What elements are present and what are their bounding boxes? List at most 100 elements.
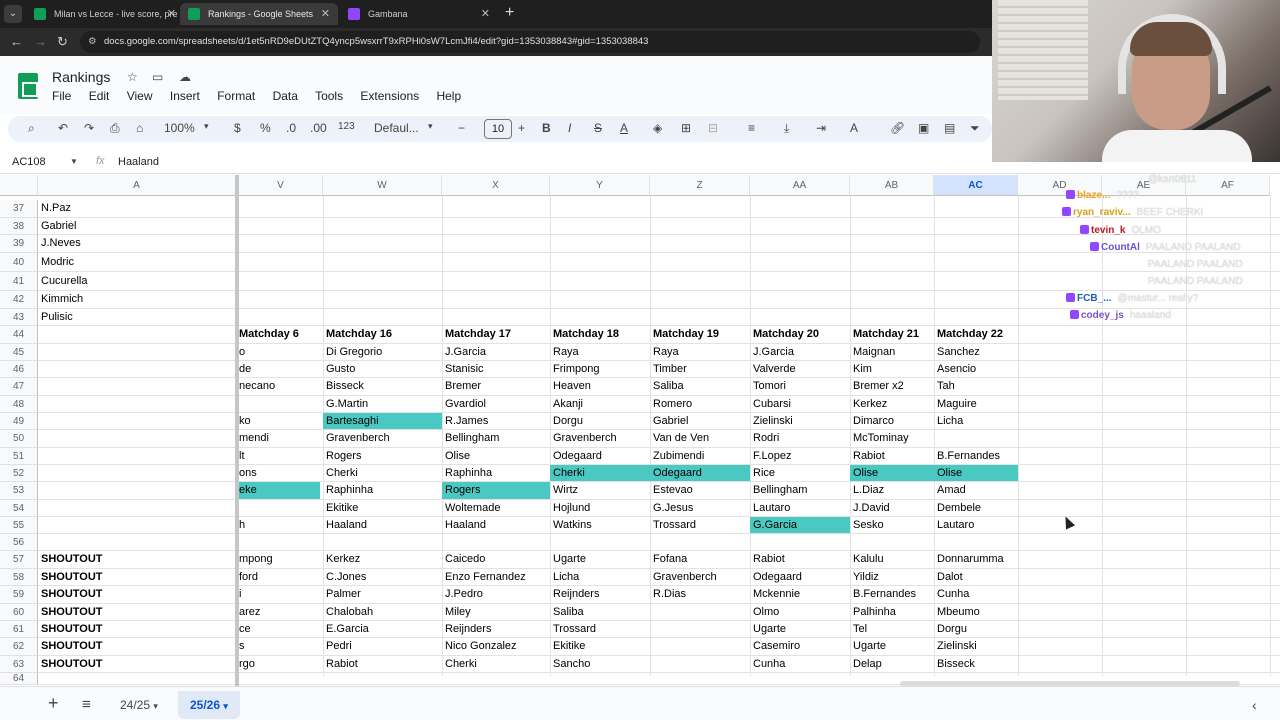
row-header[interactable]: 43 <box>0 309 38 326</box>
site-settings-icon[interactable]: ⚙ <box>88 31 97 53</box>
cell-w44[interactable]: Matchday 16 <box>323 326 442 343</box>
cell-y53[interactable]: Wirtz <box>550 482 650 499</box>
italic-button[interactable]: I <box>568 121 571 135</box>
close-tab-icon[interactable]: ✕ <box>321 3 330 25</box>
cell-ac53[interactable]: Amad <box>934 482 1018 499</box>
chevron-down-icon[interactable]: ▾ <box>223 701 228 711</box>
cell-ab53[interactable]: L.Diaz <box>850 482 934 499</box>
text-color-button[interactable]: A <box>620 121 628 135</box>
cell-aa46[interactable]: Valverde <box>750 361 850 377</box>
cell-y52[interactable]: Cherki <box>550 465 650 481</box>
cell-v45[interactable]: o <box>236 344 320 360</box>
cell-y51[interactable]: Odegaard <box>550 448 650 464</box>
cell-ab60[interactable]: Palhinha <box>850 604 934 620</box>
cell-aa48[interactable]: Cubarsi <box>750 396 850 412</box>
cell-x58[interactable]: Enzo Fernandez <box>442 569 550 585</box>
row-header[interactable]: 51 <box>0 448 38 465</box>
column-header-aa[interactable]: AA <box>750 175 850 196</box>
cell-ac58[interactable]: Dalot <box>934 569 1018 585</box>
row-header[interactable]: 64 <box>0 673 38 685</box>
cell-aa62[interactable]: Casemiro <box>750 638 850 655</box>
cell-ab61[interactable]: Tel <box>850 621 934 637</box>
percent-format-button[interactable]: % <box>260 121 271 135</box>
cell-v47[interactable]: necano <box>236 378 320 395</box>
cell-v53[interactable]: eke <box>236 482 320 499</box>
cell-x55[interactable]: Haaland <box>442 517 550 533</box>
row-header[interactable]: 37 <box>0 200 38 218</box>
increase-decimal-button[interactable]: .00 <box>310 121 327 135</box>
cell-a63[interactable]: SHOUTOUT <box>38 656 236 672</box>
column-header-ab[interactable]: AB <box>850 175 934 196</box>
row-header[interactable]: 45 <box>0 344 38 361</box>
add-sheet-icon[interactable]: + <box>36 689 71 717</box>
cell-ac47[interactable]: Tah <box>934 378 1018 395</box>
cell-y62[interactable]: Ekitike <box>550 638 650 655</box>
cell-z45[interactable]: Raya <box>650 344 750 360</box>
decrease-decimal-button[interactable]: .0 <box>286 121 296 135</box>
cell-v59[interactable]: i <box>236 586 320 603</box>
cell-z51[interactable]: Zubimendi <box>650 448 750 464</box>
cell-w57[interactable]: Kerkez <box>323 551 442 568</box>
menu-data[interactable]: Data <box>273 89 298 103</box>
cell-ac54[interactable]: Dembele <box>934 500 1018 516</box>
cell-a37[interactable]: N.Paz <box>38 200 236 217</box>
cell-z47[interactable]: Saliba <box>650 378 750 395</box>
select-all-corner[interactable] <box>0 175 38 196</box>
cell-w53[interactable]: Raphinha <box>323 482 442 499</box>
row-header[interactable]: 53 <box>0 482 38 500</box>
cell-ac51[interactable]: B.Fernandes <box>934 448 1018 464</box>
cell-x48[interactable]: Gvardiol <box>442 396 550 412</box>
cell-y45[interactable]: Raya <box>550 344 650 360</box>
menu-format[interactable]: Format <box>217 89 255 103</box>
cell-ac61[interactable]: Dorgu <box>934 621 1018 637</box>
new-tab-plus-icon[interactable]: + <box>505 4 514 22</box>
chevron-down-icon[interactable]: ▾ <box>153 701 158 711</box>
cell-ab59[interactable]: B.Fernandes <box>850 586 934 603</box>
menu-view[interactable]: View <box>127 89 153 103</box>
cell-ab63[interactable]: Delap <box>850 656 934 672</box>
cell-aa60[interactable]: Olmo <box>750 604 850 620</box>
cell-ac63[interactable]: Bisseck <box>934 656 1018 672</box>
cell-v50[interactable]: mendi <box>236 430 320 447</box>
cell-x62[interactable]: Nico Gonzalez <box>442 638 550 655</box>
cell-v46[interactable]: de <box>236 361 320 377</box>
cell-y50[interactable]: Gravenberch <box>550 430 650 447</box>
cell-aa58[interactable]: Odegaard <box>750 569 850 585</box>
cell-z59[interactable]: R.Dias <box>650 586 750 603</box>
cell-ab49[interactable]: Dimarco <box>850 413 934 429</box>
cell-y57[interactable]: Ugarte <box>550 551 650 568</box>
cell-ab52[interactable]: Olise <box>850 465 934 481</box>
cell-ac46[interactable]: Asencio <box>934 361 1018 377</box>
font-select[interactable]: Defaul... <box>374 121 419 135</box>
cell-aa47[interactable]: Tomori <box>750 378 850 395</box>
sheet-tab-25-26[interactable]: 25/26 ▾ <box>178 691 240 719</box>
row-header[interactable]: 63 <box>0 656 38 673</box>
row-header[interactable]: 52 <box>0 465 38 482</box>
forward-arrow-icon[interactable]: → <box>34 34 47 49</box>
browser-tab-rankings[interactable]: Rankings - Google Sheets ✕ <box>180 3 338 25</box>
column-header-z[interactable]: Z <box>650 175 750 196</box>
bold-button[interactable]: B <box>542 121 551 135</box>
cell-ac45[interactable]: Sanchez <box>934 344 1018 360</box>
font-size-input[interactable]: 10 <box>484 119 512 139</box>
search-icon[interactable]: ⌕ <box>28 121 35 136</box>
redo-icon[interactable]: ↷ <box>84 121 94 135</box>
cell-y54[interactable]: Hojlund <box>550 500 650 516</box>
merge-cells-icon[interactable]: ⊟ <box>708 121 718 135</box>
cell-a41[interactable]: Cucurella <box>38 272 236 290</box>
cell-ab57[interactable]: Kalulu <box>850 551 934 568</box>
fill-color-icon[interactable]: ◈ <box>653 121 662 135</box>
cell-z58[interactable]: Gravenberch <box>650 569 750 585</box>
cell-v60[interactable]: arez <box>236 604 320 620</box>
cell-ac44[interactable]: Matchday 22 <box>934 326 1018 343</box>
cell-v44[interactable]: Matchday 6 <box>236 326 320 343</box>
cell-x44[interactable]: Matchday 17 <box>442 326 550 343</box>
cell-aa52[interactable]: Rice <box>750 465 850 481</box>
column-header-v[interactable]: V <box>239 175 323 196</box>
cell-v62[interactable]: s <box>236 638 320 655</box>
cell-w54[interactable]: Ekitike <box>323 500 442 516</box>
cell-x60[interactable]: Miley <box>442 604 550 620</box>
cell-x47[interactable]: Bremer <box>442 378 550 395</box>
cell-y55[interactable]: Watkins <box>550 517 650 533</box>
row-header[interactable]: 38 <box>0 218 38 235</box>
